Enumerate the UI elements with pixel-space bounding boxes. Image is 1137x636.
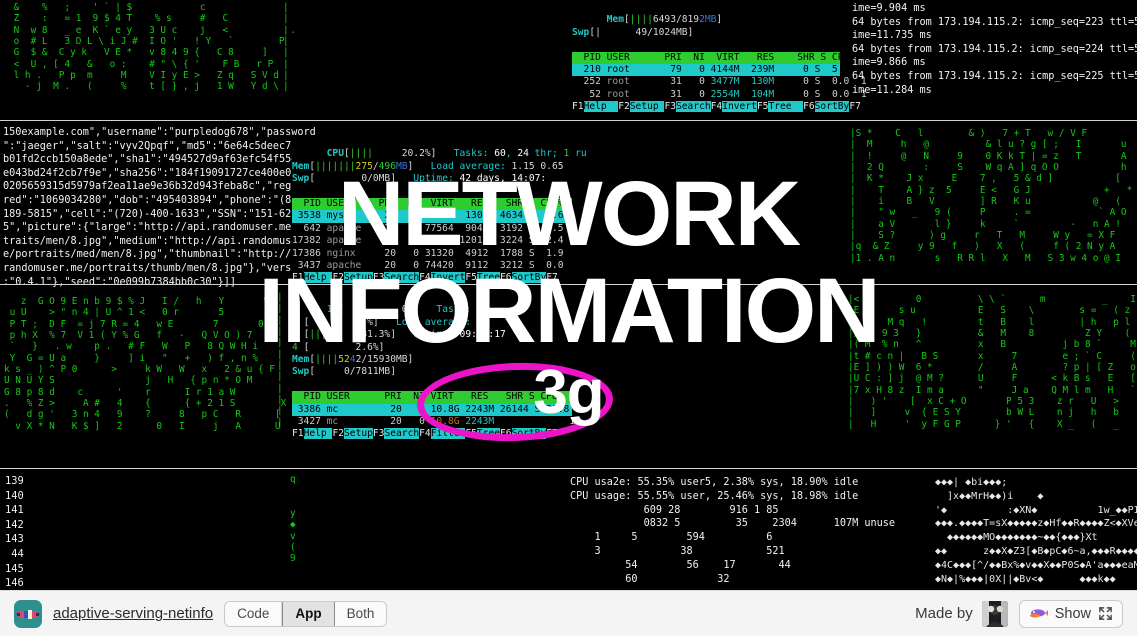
pane-rule-3 — [0, 468, 1137, 469]
matrix-pane-bottom-left: q y ◆ v ( 9 — [290, 474, 296, 565]
bottom-toolbar: adaptive-serving-netinfo Code App Both M… — [0, 590, 1137, 636]
fish-icon — [1029, 609, 1048, 618]
ping-output-pane: ime=9.904 ms 64 bytes from 173.194.115.2… — [852, 3, 1137, 96]
avatar[interactable] — [981, 600, 1008, 627]
overlay-title-line-1: NETWORK — [337, 163, 801, 265]
pane-divider-left-top: | | | | | | | | — [283, 2, 289, 93]
show-button[interactable]: Show — [1018, 599, 1123, 628]
view-mode-both[interactable]: Both — [334, 601, 387, 626]
view-mode-toggle[interactable]: Code App Both — [224, 600, 388, 627]
htop-function-bar[interactable]: F1Help F2Setup F3SearchF4InvertF5Tree F6… — [572, 101, 861, 113]
overlay-badge-3g: 3g — [533, 358, 604, 427]
htop-row-selected[interactable]: 210 root 79 0 4144M 239M 0 S 5.0 2 — [572, 64, 867, 77]
htop-panel-top[interactable]: Mem[||||6493/8192MB] Swp[| 49/1024MB] PI… — [572, 2, 873, 139]
htop-table-header: PID USER PRI NI VIRT RES SHR S CPU% ME — [572, 51, 873, 65]
matrix-pane-top-left: & % ; ' ` | $ c Z : = 1 9 $ 4 T % s # C … — [13, 2, 296, 93]
overlay-title-line-2: INFORMATION — [258, 260, 880, 362]
line-numbers-pane: 139 140 141 142 143 44 145 146 — [5, 475, 24, 590]
terminal-wall: & % ; ' ` | $ c Z : = 1 9 $ 4 T % s # C … — [0, 0, 1137, 590]
project-name-link[interactable]: adaptive-serving-netinfo — [53, 605, 213, 622]
fish-icon[interactable] — [14, 599, 42, 628]
expand-arrows-icon — [1099, 607, 1112, 620]
htop-row[interactable]: 252 root 31 0 3477M 130M 0 S 0.0 1 — [572, 76, 867, 88]
view-mode-app[interactable]: App — [282, 601, 335, 626]
avatar-image — [981, 600, 1008, 627]
cpu-usage-pane: CPU usa2e: 55.35% user5, 2.38% sys, 18.9… — [570, 477, 896, 585]
pane-rule-1 — [0, 120, 1137, 121]
made-by-label: Made by — [915, 605, 973, 622]
app-root: & % ; ' ` | $ c Z : = 1 9 $ 4 T % s # C … — [0, 0, 1137, 636]
garbled-output-pane: ◆◆◆| ◆bi◆◆◆; ]x◆◆MrH◆◆)i ◆ '◆ :◆XN◆ 1w_◆… — [935, 477, 1137, 585]
htop-row[interactable]: 52 root 31 0 2554M 104M 0 S 0.0 1 — [572, 89, 866, 101]
show-button-label: Show — [1054, 605, 1091, 622]
fish-icon-svg — [17, 609, 39, 619]
view-mode-code[interactable]: Code — [225, 601, 283, 626]
